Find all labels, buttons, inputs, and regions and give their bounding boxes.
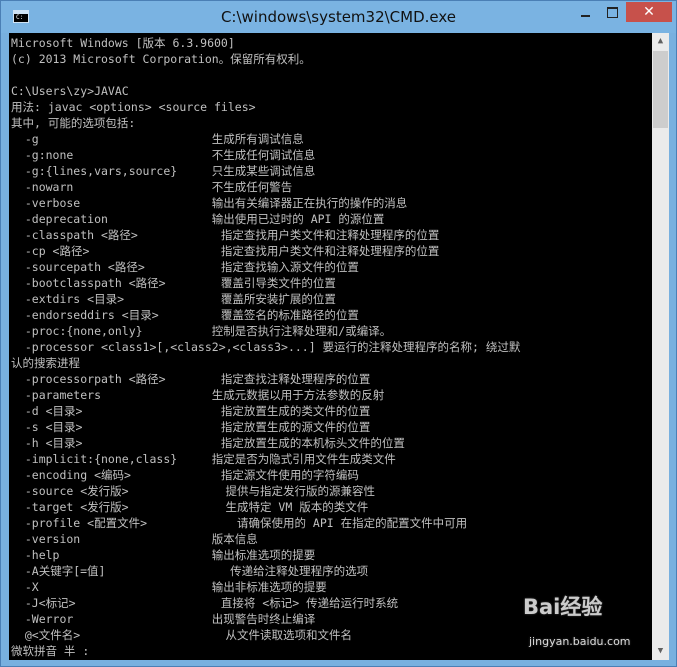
minimize-icon — [581, 15, 590, 17]
console-line: -encoding <编码> 指定源文件使用的字符编码 — [11, 468, 359, 482]
console-line: -sourcepath <路径> 指定查找输入源文件的位置 — [11, 260, 359, 274]
console-line: -extdirs <目录> 覆盖所安装扩展的位置 — [11, 292, 336, 306]
console-line: -g 生成所有调试信息 — [11, 132, 304, 146]
cmd-window: C: C:\windows\system32\CMD.exe ✕ Microso… — [0, 0, 677, 667]
console-line: 认的搜索进程 — [11, 356, 80, 370]
console-line: -cp <路径> 指定查找用户类文件和注释处理程序的位置 — [11, 244, 440, 258]
console-line: -proc:{none,only} 控制是否执行注释处理和/或编译。 — [11, 324, 392, 338]
console-line: -endorseddirs <目录> 覆盖签名的标准路径的位置 — [11, 308, 359, 322]
console-area[interactable]: Microsoft Windows [版本 6.3.9600] (c) 2013 … — [9, 33, 652, 660]
console-line: -nowarn 不生成任何警告 — [11, 180, 293, 194]
console-line: -d <目录> 指定放置生成的类文件的位置 — [11, 404, 371, 418]
close-icon: ✕ — [643, 4, 655, 20]
scroll-thumb[interactable] — [653, 51, 668, 128]
console-line: -g:{lines,vars,source} 只生成某些调试信息 — [11, 164, 316, 178]
console-line: -source <发行版> 提供与指定发行版的源兼容性 — [11, 484, 376, 498]
console-line: -target <发行版> 生成特定 VM 版本的类文件 — [11, 500, 369, 514]
console-line: -profile <配置文件> 请确保使用的 API 在指定的配置文件中可用 — [11, 516, 468, 530]
maximize-button[interactable] — [599, 2, 626, 22]
console-line: -help 输出标准选项的提要 — [11, 548, 316, 562]
title-bar[interactable]: C: C:\windows\system32\CMD.exe ✕ — [1, 1, 676, 33]
baidu-watermark: Bai经验 jingyan.baidu.com — [523, 591, 663, 661]
baidu-logo: Bai经验 — [523, 595, 603, 619]
watermark-url: jingyan.baidu.com — [529, 635, 631, 648]
console-line: -verbose 输出有关编译器正在执行的操作的消息 — [11, 196, 408, 210]
console-line: -A关键字[=值] 传递给注释处理程序的选项 — [11, 564, 369, 578]
console-line: -version 版本信息 — [11, 532, 258, 546]
console-line: -h <目录> 指定放置生成的本机标头文件的位置 — [11, 436, 405, 450]
console-line: -g:none 不生成任何调试信息 — [11, 148, 316, 162]
console-line: 用法: javac <options> <source files> — [11, 100, 256, 114]
console-line: -deprecation 输出使用已过时的 API 的源位置 — [11, 212, 385, 226]
console-line: Microsoft Windows [版本 6.3.9600] — [11, 36, 235, 50]
console-line: -implicit:{none,class} 指定是否为隐式引用文件生成类文件 — [11, 452, 396, 466]
minimize-button[interactable] — [572, 2, 599, 22]
maximize-icon — [607, 7, 618, 18]
console-line: -parameters 生成元数据以用于方法参数的反射 — [11, 388, 385, 402]
console-line: -classpath <路径> 指定查找用户类文件和注释处理程序的位置 — [11, 228, 440, 242]
scroll-up-arrow-icon[interactable]: ▲ — [652, 33, 669, 50]
console-line: C:\Users\zy>JAVAC — [11, 84, 129, 98]
console-line: -processor <class1>[,<class2>,<class3>..… — [11, 340, 521, 354]
close-button[interactable]: ✕ — [626, 2, 672, 22]
console-line: -s <目录> 指定放置生成的源文件的位置 — [11, 420, 371, 434]
console-output: Microsoft Windows [版本 6.3.9600] (c) 2013 … — [9, 33, 652, 659]
console-line: -processorpath <路径> 指定查找注释处理程序的位置 — [11, 372, 371, 386]
console-line: -bootclasspath <路径> 覆盖引导类文件的位置 — [11, 276, 336, 290]
vertical-scrollbar[interactable]: ▲ ▼ — [652, 33, 669, 660]
console-line: (c) 2013 Microsoft Corporation。保留所有权利。 — [11, 52, 311, 66]
console-line: 其中, 可能的选项包括: — [11, 116, 136, 130]
